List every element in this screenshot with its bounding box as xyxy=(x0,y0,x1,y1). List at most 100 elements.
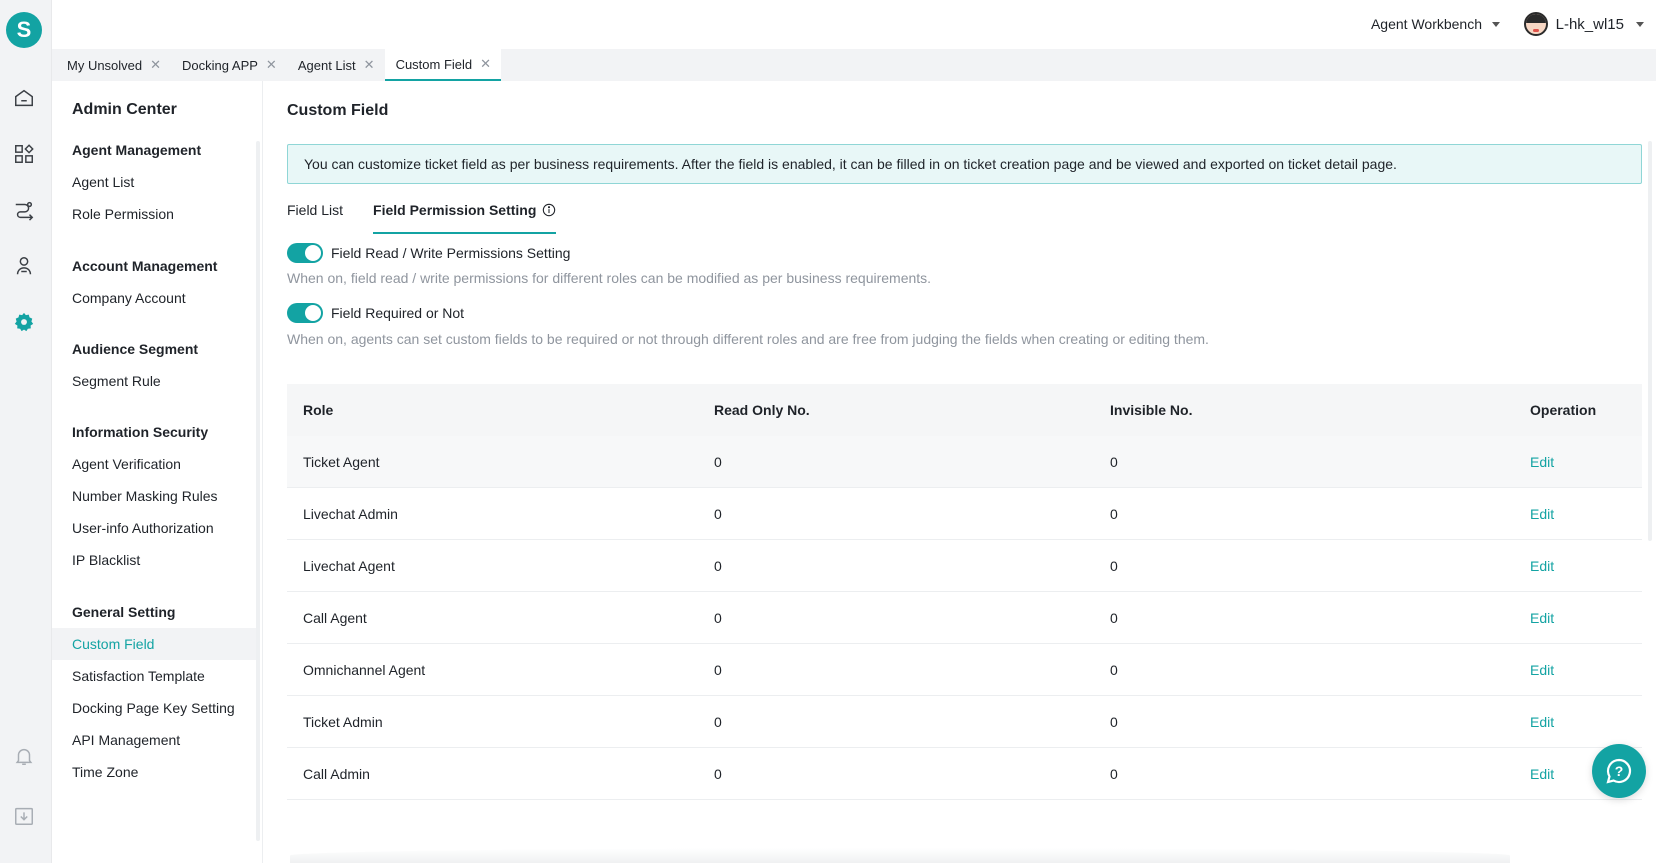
cell-invisible: 0 xyxy=(1110,609,1118,626)
sidebar-group-title: Audience Segment xyxy=(72,341,199,357)
sidebar-item-satisfaction-template[interactable]: Satisfaction Template xyxy=(52,660,258,692)
sidebar-item-time-zone[interactable]: Time Zone xyxy=(52,756,258,788)
page-tabs-bar: My Unsolved ✕ Docking APP ✕ Agent List ✕… xyxy=(52,49,1656,81)
column-header-read-only: Read Only No. xyxy=(714,402,810,418)
sidebar-item-agent-list[interactable]: Agent List xyxy=(52,166,258,198)
workbench-label: Agent Workbench xyxy=(1370,16,1482,32)
cell-role: Omnichannel Agent xyxy=(303,661,426,678)
apps-grid-icon[interactable] xyxy=(12,142,36,166)
settings-icon[interactable] xyxy=(12,310,36,334)
close-icon[interactable]: ✕ xyxy=(364,57,375,73)
table-row: Call Agent 0 0 Edit xyxy=(287,592,1642,644)
home-icon[interactable] xyxy=(12,86,36,110)
page-tab-label: Custom Field xyxy=(395,56,473,72)
sidebar-item-role-permission[interactable]: Role Permission xyxy=(52,198,258,230)
sidebar-item-user-info-authorization[interactable]: User-info Authorization xyxy=(52,512,258,544)
column-header-operation: Operation xyxy=(1530,402,1597,418)
chevron-down-icon xyxy=(1636,21,1644,27)
page-tab-docking-app[interactable]: Docking APP ✕ xyxy=(171,49,287,81)
edit-link[interactable]: Edit xyxy=(1530,454,1554,470)
read-write-permission-row: Field Read / Write Permissions Setting xyxy=(287,243,570,263)
toggle-hint: When on, field read / write permissions … xyxy=(287,270,932,286)
cell-role: Call Admin xyxy=(303,765,370,782)
toggle-hint: When on, agents can set custom fields to… xyxy=(287,331,1209,347)
chevron-down-icon xyxy=(1492,21,1500,27)
tab-field-permission-setting[interactable]: Field Permission Setting xyxy=(373,201,557,234)
help-chat-icon: ? xyxy=(1606,758,1632,784)
close-icon[interactable]: ✕ xyxy=(480,56,491,72)
cell-read-only: 0 xyxy=(714,713,722,730)
sidebar-group-title: Information Security xyxy=(72,424,209,440)
table-row: Ticket Admin 0 0 Edit xyxy=(287,696,1642,748)
table-header: Role Read Only No. Invisible No. Operati… xyxy=(287,384,1642,436)
role-permission-table: Role Read Only No. Invisible No. Operati… xyxy=(287,384,1642,800)
edit-link[interactable]: Edit xyxy=(1530,714,1554,730)
page-tab-label: Docking APP xyxy=(182,57,258,73)
icon-rail: S xyxy=(0,0,52,863)
main-scrollbar[interactable] xyxy=(1648,141,1652,541)
toggle-label: Field Required or Not xyxy=(331,305,465,321)
cell-role: Livechat Agent xyxy=(303,557,395,574)
download-icon[interactable] xyxy=(12,804,36,828)
close-icon[interactable]: ✕ xyxy=(266,57,277,73)
cell-read-only: 0 xyxy=(714,557,722,574)
content-tabs: Field List Field Permission Setting xyxy=(287,201,557,234)
avatar xyxy=(1523,12,1548,36)
sidebar-item-api-management[interactable]: API Management xyxy=(52,724,258,756)
sidebar-item-agent-verification[interactable]: Agent Verification xyxy=(52,448,258,480)
sidebar-item-company-account[interactable]: Company Account xyxy=(52,282,258,314)
edit-link[interactable]: Edit xyxy=(1530,506,1554,522)
field-required-toggle[interactable] xyxy=(287,303,323,323)
edit-link[interactable]: Edit xyxy=(1530,558,1554,574)
table-row: Ticket Agent 0 0 Edit xyxy=(287,436,1642,488)
bell-icon[interactable] xyxy=(12,744,36,768)
cell-read-only: 0 xyxy=(714,765,722,782)
sidebar-group-title: Agent Management xyxy=(72,142,202,158)
edit-link[interactable]: Edit xyxy=(1530,662,1554,678)
user-menu[interactable]: L-hk_wl15 xyxy=(1523,12,1644,36)
edit-link[interactable]: Edit xyxy=(1530,610,1554,626)
edit-link[interactable]: Edit xyxy=(1530,766,1554,782)
sidebar-group-title: Account Management xyxy=(72,258,218,274)
read-write-permission-toggle[interactable] xyxy=(287,243,323,263)
logo-letter: S xyxy=(16,17,32,42)
help-button[interactable]: ? xyxy=(1592,744,1646,798)
page-title: Custom Field xyxy=(287,102,389,119)
cell-read-only: 0 xyxy=(714,609,722,626)
page-tab-custom-field[interactable]: Custom Field ✕ xyxy=(384,49,502,81)
info-icon[interactable] xyxy=(542,203,556,217)
cell-invisible: 0 xyxy=(1110,765,1118,782)
cell-invisible: 0 xyxy=(1110,453,1118,470)
cell-read-only: 0 xyxy=(714,453,722,470)
workbench-dropdown[interactable]: Agent Workbench xyxy=(1371,16,1500,32)
sidebar-item-number-masking-rules[interactable]: Number Masking Rules xyxy=(52,480,258,512)
close-icon[interactable]: ✕ xyxy=(150,57,161,73)
cell-role: Ticket Admin xyxy=(303,713,383,730)
sidebar-item-segment-rule[interactable]: Segment Rule xyxy=(52,365,258,397)
customer-icon[interactable] xyxy=(12,254,36,278)
tab-label: Field List xyxy=(287,202,344,218)
main-content: Custom Field You can customize ticket fi… xyxy=(262,81,1656,863)
field-required-row: Field Required or Not xyxy=(287,303,464,323)
cell-role: Livechat Admin xyxy=(303,505,398,522)
routing-icon[interactable] xyxy=(12,198,36,222)
sidebar-item-custom-field[interactable]: Custom Field xyxy=(52,628,258,660)
toggle-label: Field Read / Write Permissions Setting xyxy=(331,245,571,261)
page-tab-label: Agent List xyxy=(297,57,356,73)
sidebar-scrollbar[interactable] xyxy=(256,141,260,841)
page-tab-my-unsolved[interactable]: My Unsolved ✕ xyxy=(56,49,171,81)
table-row: Call Admin 0 0 Edit xyxy=(287,748,1642,800)
app-logo[interactable]: S xyxy=(6,12,42,48)
cell-read-only: 0 xyxy=(714,505,722,522)
info-notice: You can customize ticket field as per bu… xyxy=(287,144,1642,184)
sidebar-group-title: General Setting xyxy=(72,604,176,620)
page-tab-agent-list[interactable]: Agent List ✕ xyxy=(287,49,385,81)
cell-invisible: 0 xyxy=(1110,661,1118,678)
cell-invisible: 0 xyxy=(1110,505,1118,522)
tab-field-list[interactable]: Field List xyxy=(287,201,343,234)
cell-invisible: 0 xyxy=(1110,557,1118,574)
table-row: Omnichannel Agent 0 0 Edit xyxy=(287,644,1642,696)
column-header-invisible: Invisible No. xyxy=(1110,402,1193,418)
sidebar-item-docking-page-key-setting[interactable]: Docking Page Key Setting xyxy=(52,692,258,724)
sidebar-item-ip-blacklist[interactable]: IP Blacklist xyxy=(52,544,258,576)
